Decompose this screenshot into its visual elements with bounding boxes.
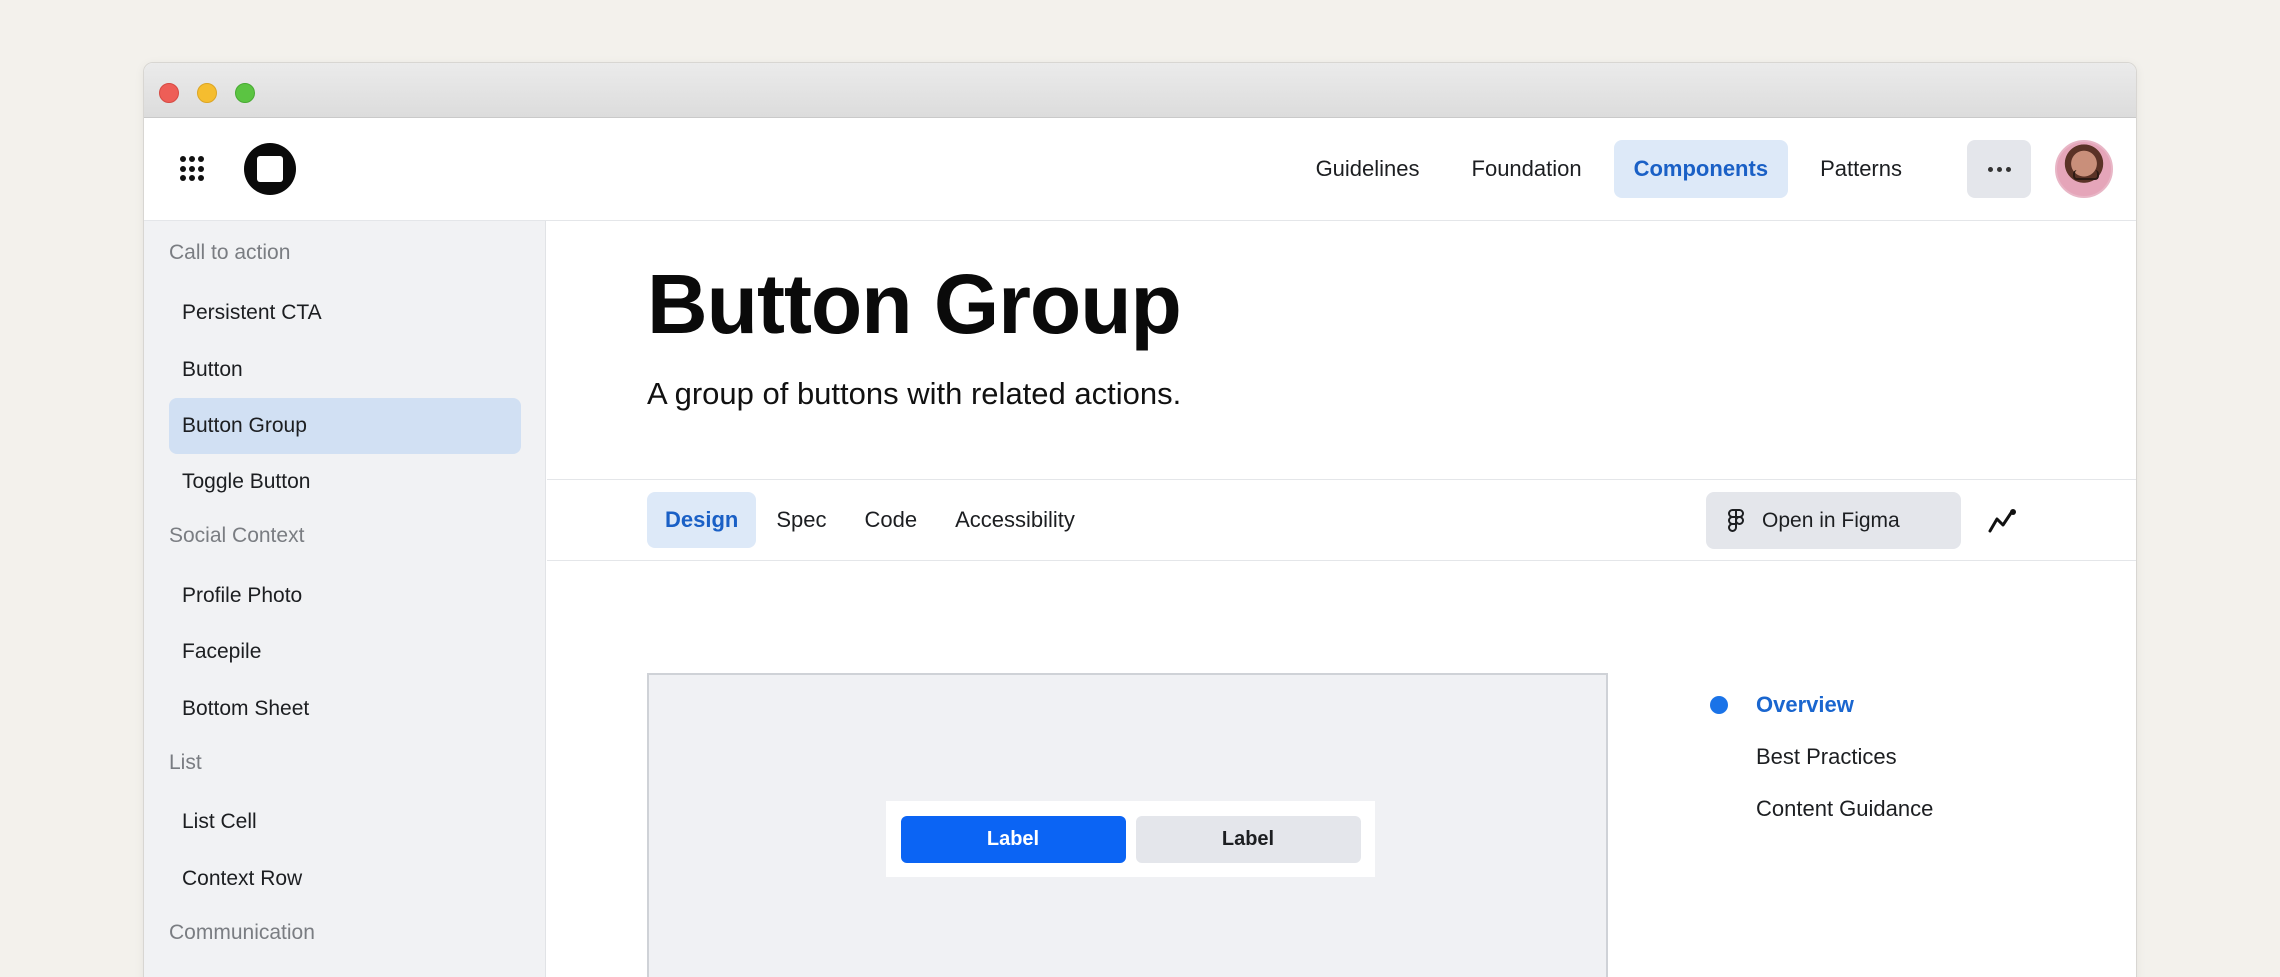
figma-icon: [1728, 508, 1744, 532]
tabs: Design Spec Code Accessibility: [647, 492, 1095, 548]
tab-accessibility[interactable]: Accessibility: [937, 492, 1093, 548]
sidebar-item-persistent-cta[interactable]: Persistent CTA: [169, 285, 521, 341]
apps-grid-icon[interactable]: [180, 156, 206, 182]
sidebar-item-facepile[interactable]: Facepile: [169, 624, 521, 680]
tab-spec[interactable]: Spec: [758, 492, 844, 548]
minimize-window-button[interactable]: [197, 83, 217, 103]
main-content: Button Group A group of buttons with rel…: [547, 221, 2136, 977]
sidebar-item-button-group[interactable]: Button Group: [169, 398, 521, 454]
top-navigation: Guidelines Foundation Components Pattern…: [144, 118, 2136, 221]
primary-label-button[interactable]: Label: [900, 815, 1126, 863]
sidebar-item-context-row[interactable]: Context Row: [169, 851, 521, 907]
sidebar-heading: Social Context: [169, 524, 305, 547]
close-window-button[interactable]: [159, 83, 179, 103]
secondary-label-button[interactable]: Label: [1135, 815, 1361, 863]
toc-label: Content Guidance: [1756, 796, 1934, 821]
browser-window: Guidelines Foundation Components Pattern…: [143, 62, 2137, 977]
nav-guidelines[interactable]: Guidelines: [1296, 140, 1440, 198]
page-subtitle: A group of buttons with related actions.: [647, 376, 1182, 411]
toc-label: Overview: [1756, 692, 1854, 717]
user-avatar[interactable]: [2055, 140, 2113, 198]
sidebar-item-bottom-sheet[interactable]: Bottom Sheet: [169, 681, 521, 737]
sidebar-item-list-cell[interactable]: List Cell: [169, 794, 521, 850]
maximize-window-button[interactable]: [235, 83, 255, 103]
toc-item-best-practices[interactable]: Best Practices: [1710, 731, 1933, 783]
button-group-example: Label Label: [886, 801, 1375, 877]
sidebar-heading: List: [169, 751, 202, 774]
more-horizontal-icon: [1987, 166, 1993, 172]
sidebar-heading: Communication: [169, 921, 315, 944]
window-titlebar: [144, 63, 2136, 118]
tab-design[interactable]: Design: [647, 492, 757, 548]
sidebar-item-toggle-button[interactable]: Toggle Button: [169, 454, 521, 510]
sidebar-item-button[interactable]: Button: [169, 342, 521, 398]
nav-foundation[interactable]: Foundation: [1452, 140, 1602, 198]
nav-components[interactable]: Components: [1613, 140, 1789, 198]
nav-links: Guidelines Foundation Components Pattern…: [1284, 140, 2031, 198]
sidebar-heading: Call to action: [169, 241, 291, 264]
activity-icon[interactable]: [1987, 507, 2017, 535]
more-button[interactable]: [1967, 140, 2031, 198]
open-in-figma-label: Open in Figma: [1762, 508, 1900, 532]
table-of-contents: Overview Best Practices Content Guidance: [1710, 679, 1933, 835]
toc-item-overview[interactable]: Overview: [1710, 679, 1933, 731]
toc-label: Best Practices: [1756, 744, 1897, 769]
nav-patterns[interactable]: Patterns: [1800, 140, 1922, 198]
open-in-figma-button[interactable]: Open in Figma: [1706, 492, 1961, 549]
component-preview: Label Label: [647, 673, 1608, 977]
sidebar-item-profile-photo[interactable]: Profile Photo: [169, 568, 521, 624]
tab-code[interactable]: Code: [847, 492, 936, 548]
sidebar: Call to action Persistent CTA Button But…: [144, 221, 546, 977]
page-title: Button Group: [647, 257, 1182, 351]
toc-item-content-guidance[interactable]: Content Guidance: [1710, 783, 1933, 835]
active-indicator-icon: [1710, 696, 1728, 714]
tab-bar: Design Spec Code Accessibility Open in F…: [547, 479, 2136, 561]
logo[interactable]: [244, 143, 296, 195]
